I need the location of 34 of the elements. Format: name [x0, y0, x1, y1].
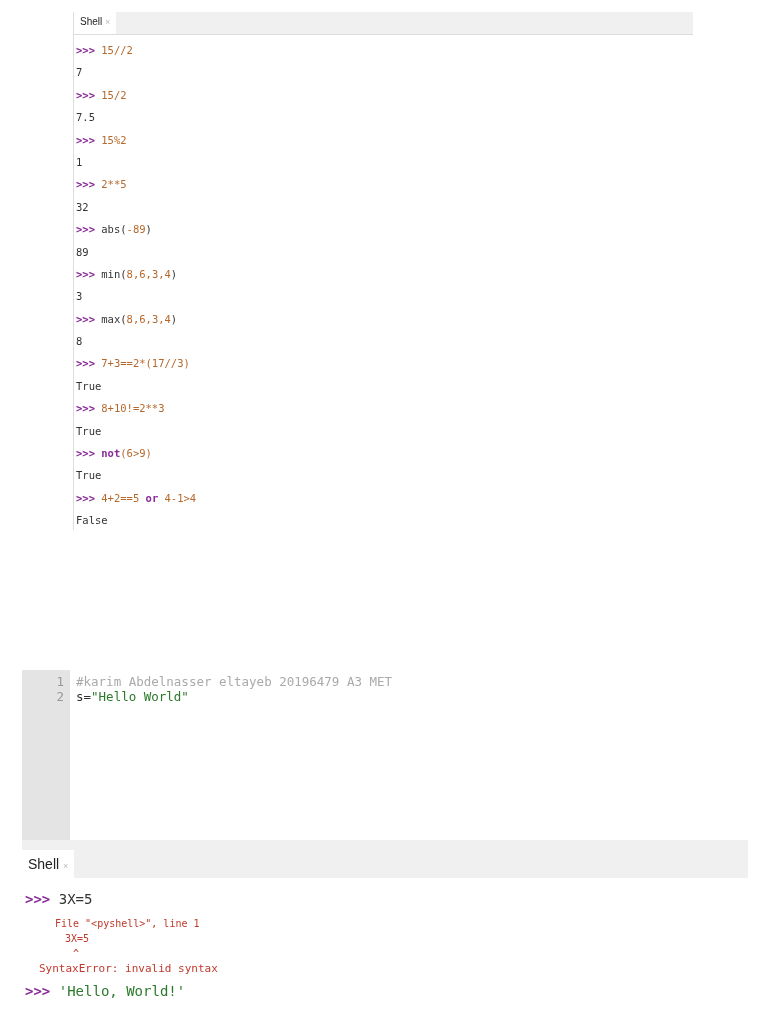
shell-output-line: 8 — [76, 334, 84, 350]
shell-input-line: >>> 15/2 — [76, 87, 128, 103]
shell-input-line: >>> 2**5 — [76, 177, 128, 193]
line-number: 2 — [55, 689, 65, 704]
shell-output-line: True — [76, 468, 103, 484]
code-line: #karim Abdelnasser eltayeb 20196479 A3 MET — [76, 674, 393, 689]
shell-input-line: >>> 7+3==2*(17//3) — [76, 356, 191, 372]
shell-output-line: 1 — [76, 154, 84, 170]
shell-input-line: >>> 'Hello, World!' — [25, 982, 187, 1001]
shell-tab[interactable]: Shell × — [74, 12, 117, 34]
shell-tab[interactable]: Shell × — [22, 850, 75, 878]
shell-input-line: >>> 8+10!=2**3 — [76, 401, 166, 417]
shell-output-line: 7.5 — [76, 110, 96, 126]
shell-output-line: True — [76, 378, 103, 394]
shell-input-line: >>> 15%2 — [76, 132, 128, 148]
code-line: s="Hello World" — [76, 689, 190, 704]
shell-output-line: True — [76, 423, 103, 439]
shell-input-line: >>> max(8,6,3,4) — [76, 311, 179, 327]
shell-input-line: >>> not(6>9) — [76, 446, 153, 462]
error-line: ^ — [72, 947, 81, 961]
shell-input-line: >>> 4+2==5 or 4-1>4 — [76, 490, 198, 506]
shell-input-line: >>> min(8,6,3,4) — [76, 266, 179, 282]
shell-output-line: 89 — [76, 244, 90, 260]
shell-output-line: 32 — [76, 199, 90, 215]
error-line: 3X=5 — [64, 932, 91, 946]
shell-input-line: >>> 15//2 — [76, 43, 134, 58]
shell-input-line: >>> 3X=5 — [25, 890, 94, 909]
error-line: SyntaxError: invalid syntax — [38, 961, 219, 976]
shell-input-line: >>> abs(-89) — [76, 222, 153, 238]
shell-output-line: 7 — [76, 65, 84, 81]
shell-output-line: False — [76, 513, 109, 529]
line-number: 1 — [55, 674, 65, 689]
error-line: File "<pyshell>", line 1 — [54, 917, 201, 931]
shell-output-line: 3 — [76, 289, 84, 305]
